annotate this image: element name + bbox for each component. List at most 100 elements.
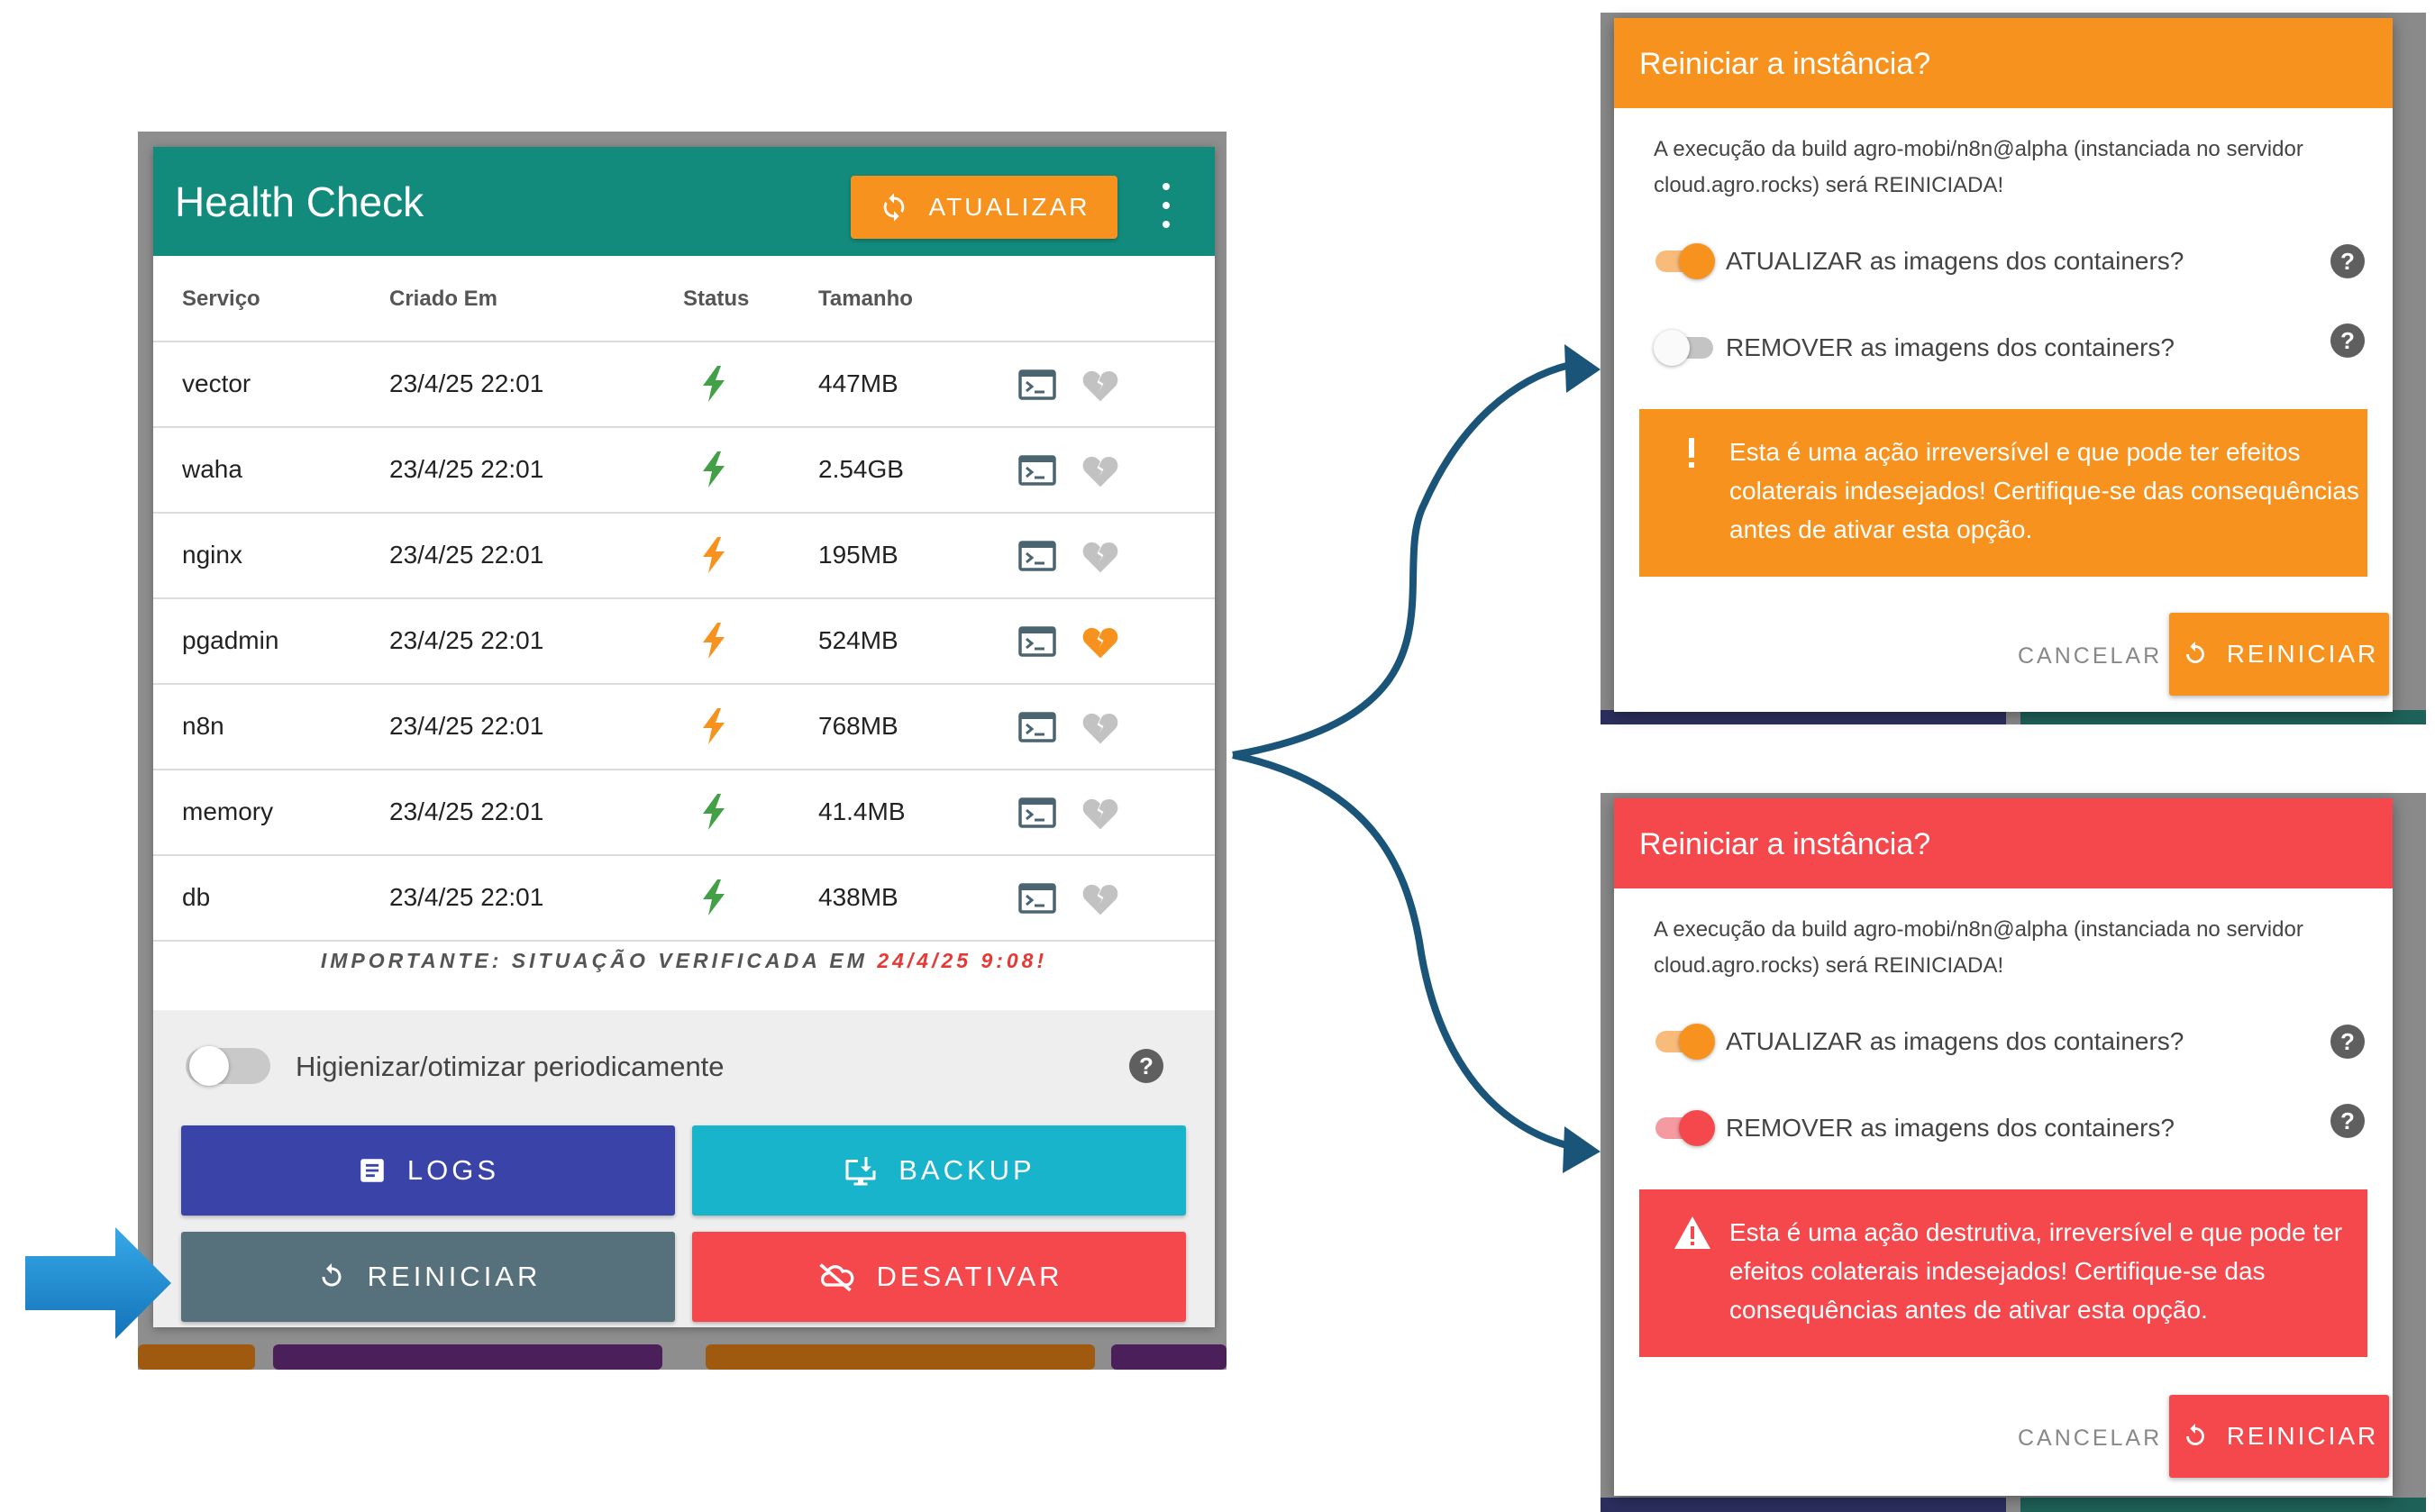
svg-text:?: ? xyxy=(2340,248,2355,275)
bolt-icon xyxy=(701,537,726,573)
bolt-icon xyxy=(701,879,726,915)
arrow-to-danger-dialog xyxy=(1232,751,1572,1150)
terminal-icon[interactable] xyxy=(1018,455,1056,486)
cloud-off-icon xyxy=(815,1261,856,1293)
broken-heart-icon[interactable] xyxy=(1081,367,1119,403)
table-row: vector 23/4/25 22:01 447MB xyxy=(153,342,1215,428)
bolt-icon xyxy=(701,708,726,744)
logs-button[interactable]: LOGS xyxy=(181,1125,675,1216)
table-row: db 23/4/25 22:01 438MB xyxy=(153,856,1215,942)
restart-icon xyxy=(2180,1421,2211,1452)
update-images-switch[interactable] xyxy=(1654,243,1715,279)
created-at: 23/4/25 22:01 xyxy=(389,455,544,483)
dialog-header: Reiniciar a instância? xyxy=(1614,18,2393,108)
created-at: 23/4/25 22:01 xyxy=(389,883,544,911)
svg-text:?: ? xyxy=(1139,1052,1154,1079)
update-images-switch[interactable] xyxy=(1654,1024,1715,1060)
service-name: pgadmin xyxy=(182,626,279,654)
service-name: db xyxy=(182,883,211,911)
help-icon[interactable]: ? xyxy=(2330,1024,2366,1060)
destructive-alert: Esta é uma ação destrutiva, irreversível… xyxy=(1639,1189,2367,1357)
terminal-icon[interactable] xyxy=(1018,797,1056,828)
update-label: ATUALIZAR xyxy=(928,193,1090,221)
warning-triangle-icon xyxy=(1673,1215,1710,1251)
help-icon[interactable]: ? xyxy=(2330,243,2366,279)
confirm-restart-button[interactable]: REINICIAR xyxy=(2169,1395,2389,1478)
svg-text:?: ? xyxy=(2340,1028,2355,1055)
broken-heart-icon[interactable] xyxy=(1081,880,1119,916)
broken-heart-icon[interactable] xyxy=(1081,795,1119,831)
document-icon xyxy=(357,1155,388,1186)
panel-header: Health Check ATUALIZAR xyxy=(153,147,1215,256)
table-header: Serviço Criado Em Status Tamanho xyxy=(153,256,1215,342)
column-status: Status xyxy=(683,287,750,311)
column-size: Tamanho xyxy=(818,287,913,311)
dialog-message: A execução da build agro-mobi/n8n@alpha … xyxy=(1654,137,2303,197)
dialog-title: Reiniciar a instância? xyxy=(1639,47,1931,81)
size: 2.54GB xyxy=(818,455,904,483)
exclamation-icon xyxy=(1673,434,1710,470)
sanitize-toggle[interactable] xyxy=(186,1043,270,1089)
services-table: Serviço Criado Em Status Tamanho vector 2… xyxy=(153,256,1215,942)
download-to-computer-icon xyxy=(843,1154,879,1187)
size: 768MB xyxy=(818,712,898,740)
cancel-button[interactable]: CANCELAR xyxy=(2018,643,2162,669)
remove-images-switch[interactable] xyxy=(1654,1110,1715,1146)
table-row: memory 23/4/25 22:01 41.4MB xyxy=(153,770,1215,856)
size: 447MB xyxy=(818,369,898,397)
refresh-icon xyxy=(879,192,909,223)
bolt-icon xyxy=(701,366,726,402)
remove-images-switch[interactable] xyxy=(1654,330,1715,366)
created-at: 23/4/25 22:01 xyxy=(389,369,544,397)
table-body: vector 23/4/25 22:01 447MB waha 23/4/25 22:0… xyxy=(153,342,1215,942)
service-name: vector xyxy=(182,369,251,397)
terminal-icon[interactable] xyxy=(1018,541,1056,571)
health-check-panel: Health Check ATUALIZAR Serviço Criado Em… xyxy=(153,147,1215,1327)
table-row: waha 23/4/25 22:01 2.54GB xyxy=(153,428,1215,514)
column-service: Serviço xyxy=(182,287,260,311)
terminal-icon[interactable] xyxy=(1018,712,1056,742)
cancel-button[interactable]: CANCELAR xyxy=(2018,1425,2162,1452)
size: 524MB xyxy=(818,626,898,654)
broken-heart-icon[interactable] xyxy=(1081,709,1119,745)
service-name: nginx xyxy=(182,541,242,569)
broken-heart-icon[interactable] xyxy=(1081,538,1119,574)
broken-heart-icon[interactable] xyxy=(1081,624,1119,660)
more-options-icon[interactable] xyxy=(1155,183,1177,228)
verification-note: IMPORTANTE: SITUAÇÃO VERIFICADA EM 24/4/… xyxy=(320,949,1048,972)
table-row: n8n 23/4/25 22:01 768MB xyxy=(153,685,1215,770)
dialog-title: Reiniciar a instância? xyxy=(1639,827,1931,861)
panel-footer: Higienizar/otimizar periodicamente ? LOG… xyxy=(153,1010,1215,1327)
svg-text:?: ? xyxy=(2340,1107,2355,1134)
bolt-icon xyxy=(701,794,726,830)
deactivate-button[interactable]: DESATIVAR xyxy=(692,1232,1186,1322)
terminal-icon[interactable] xyxy=(1018,369,1056,400)
created-at: 23/4/25 22:01 xyxy=(389,797,544,825)
size: 195MB xyxy=(818,541,898,569)
service-name: n8n xyxy=(182,712,224,740)
panel-title: Health Check xyxy=(175,178,424,225)
terminal-icon[interactable] xyxy=(1018,626,1056,657)
help-icon[interactable]: ? xyxy=(1128,1048,1164,1084)
restart-button[interactable]: REINICIAR xyxy=(181,1232,675,1322)
created-at: 23/4/25 22:01 xyxy=(389,541,544,569)
terminal-icon[interactable] xyxy=(1018,883,1056,914)
arrow-to-warning-dialog xyxy=(1232,361,1571,759)
help-icon[interactable]: ? xyxy=(2330,1103,2366,1139)
dialog-header: Reiniciar a instância? xyxy=(1614,798,2393,888)
service-name: memory xyxy=(182,797,274,825)
restart-dialog-danger: Reiniciar a instância? A execução da bui… xyxy=(1614,798,2393,1496)
created-at: 23/4/25 22:01 xyxy=(389,712,544,740)
backup-button[interactable]: BACKUP xyxy=(692,1125,1186,1216)
option-update-images: ATUALIZAR as imagens dos containers? ? xyxy=(1654,240,2375,285)
restart-icon xyxy=(315,1261,348,1293)
broken-heart-icon[interactable] xyxy=(1081,452,1119,488)
service-name: waha xyxy=(182,455,242,483)
svg-text:?: ? xyxy=(2340,327,2355,354)
confirm-restart-button[interactable]: REINICIAR xyxy=(2169,613,2389,696)
help-icon[interactable]: ? xyxy=(2330,323,2366,359)
size: 41.4MB xyxy=(818,797,906,825)
update-button[interactable]: ATUALIZAR xyxy=(851,176,1117,239)
bolt-icon xyxy=(701,623,726,659)
column-created: Criado Em xyxy=(389,287,498,311)
